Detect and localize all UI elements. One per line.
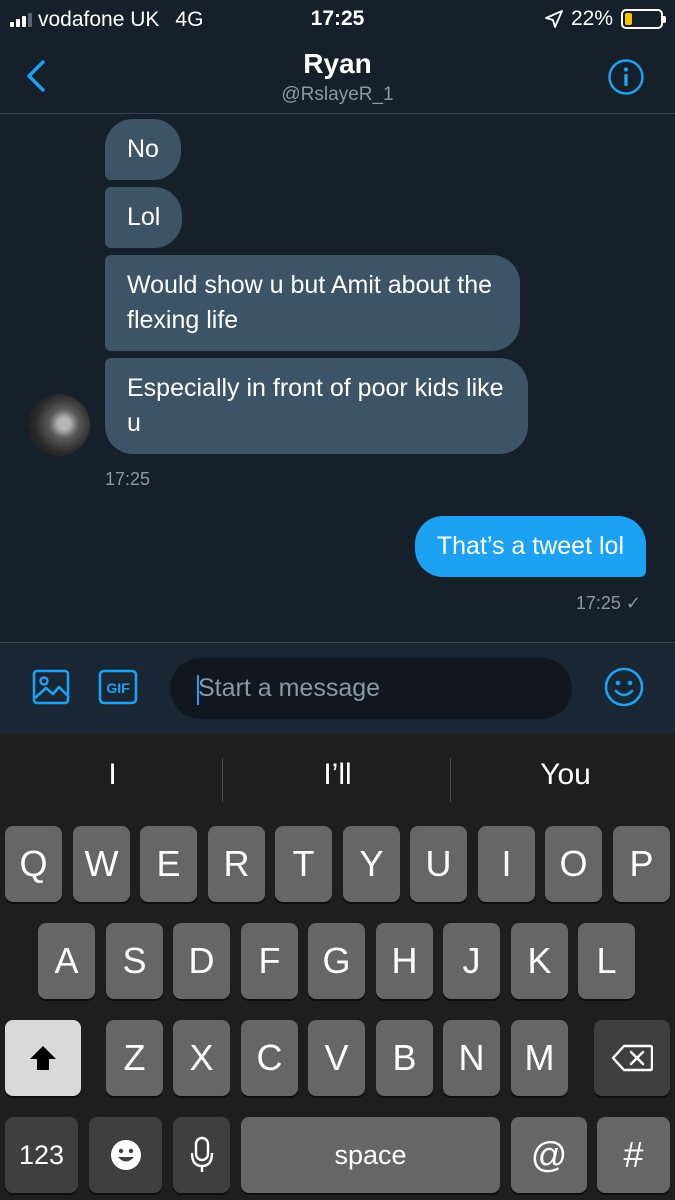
location-arrow-icon [545,10,563,28]
microphone-icon [190,1136,213,1172]
contact-avatar[interactable] [28,394,90,456]
status-right: 22% [545,7,666,31]
message-text: Would show u but Amit about the flexing … [127,271,493,334]
message-bubble-received[interactable]: Especially in front of poor kids like u [105,358,528,454]
suggestion-bar: I I’ll You [0,734,675,824]
backspace-key[interactable] [594,1020,670,1096]
text-caret [197,675,199,705]
message-text: Lol [127,203,161,231]
divider [450,758,451,802]
key-z[interactable]: Z [106,1020,163,1096]
emoji-keyboard-icon [110,1140,141,1170]
numbers-key[interactable]: 123 [5,1117,78,1193]
image-icon[interactable] [31,667,71,707]
key-o[interactable]: O [545,826,602,902]
key-c[interactable]: C [241,1020,298,1096]
contact-handle: @RslayeR_1 [281,84,394,105]
key-k[interactable]: K [511,923,568,999]
dictation-key[interactable] [173,1117,230,1193]
message-bubble-sent[interactable]: That’s a tweet lol [414,516,646,577]
suggestion-2[interactable]: I’ll [225,758,450,792]
contact-name: Ryan [303,48,372,79]
key-g[interactable]: G [308,923,365,999]
key-n[interactable]: N [443,1020,500,1096]
message-composer: GIF [0,642,675,734]
key-w[interactable]: W [73,826,130,902]
gif-icon[interactable]: GIF [97,667,139,707]
status-bar: vodafone UK 4G 17:25 22% [0,0,675,38]
keyboard: I I’ll You Q W E R T Y U I O P A S D F G… [0,734,675,1200]
suggestion-3[interactable]: You [453,758,675,792]
key-r[interactable]: R [208,826,265,902]
key-h[interactable]: H [376,923,433,999]
key-q[interactable]: Q [5,826,62,902]
backspace-icon [611,1044,653,1072]
key-x[interactable]: X [173,1020,230,1096]
sent-timestamp: 17:25 ✓ [575,593,641,613]
gif-label: GIF [106,680,130,696]
key-j[interactable]: J [443,923,500,999]
battery-icon [621,9,666,29]
divider [222,758,223,802]
message-text: No [127,135,159,163]
key-u[interactable]: U [410,826,467,902]
suggestion-1[interactable]: I [0,758,225,792]
at-key[interactable]: @ [511,1117,587,1193]
space-key[interactable]: space [241,1117,500,1193]
key-v[interactable]: V [308,1020,365,1096]
message-input[interactable] [170,658,572,719]
key-b[interactable]: B [376,1020,433,1096]
info-icon[interactable] [607,58,645,96]
emoji-icon[interactable] [603,666,645,708]
key-f[interactable]: F [241,923,298,999]
shift-arrow-icon [30,1046,56,1070]
key-l[interactable]: L [578,923,635,999]
key-m[interactable]: M [511,1020,568,1096]
key-s[interactable]: S [106,923,163,999]
message-text: Especially in front of poor kids like u [127,374,504,437]
key-e[interactable]: E [140,826,197,902]
emoji-key[interactable] [89,1117,162,1193]
key-i[interactable]: I [478,826,535,902]
conversation-header: Ryan @RslayeR_1 [0,38,675,114]
hash-key[interactable]: # [597,1117,670,1193]
message-bubble-received[interactable]: Lol [105,187,183,248]
key-d[interactable]: D [173,923,230,999]
key-p[interactable]: P [613,826,670,902]
message-text: That’s a tweet lol [436,532,624,560]
battery-percent: 22% [570,7,613,30]
message-bubble-received[interactable]: Would show u but Amit about the flexing … [105,255,520,351]
received-timestamp: 17:25 [105,469,151,489]
message-bubble-received[interactable]: No [105,119,181,180]
key-t[interactable]: T [275,826,332,902]
shift-key[interactable] [5,1020,81,1096]
key-a[interactable]: A [38,923,95,999]
key-y[interactable]: Y [343,826,400,902]
